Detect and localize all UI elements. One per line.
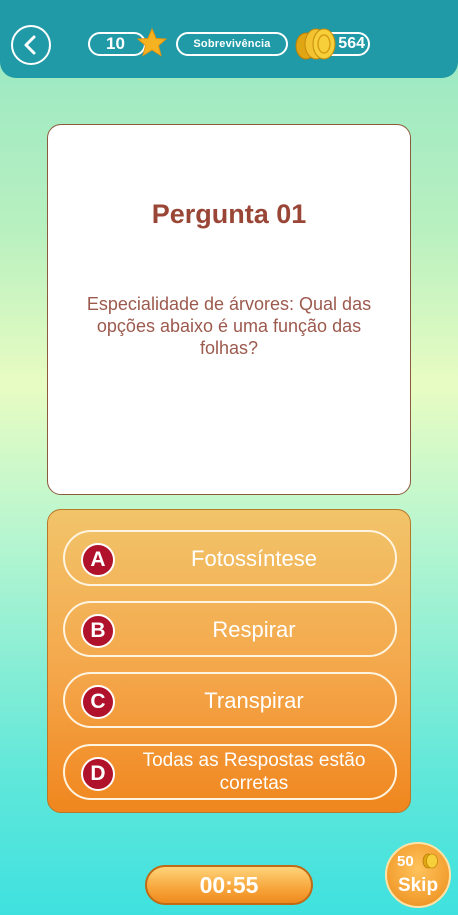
coin-stack-icon bbox=[295, 28, 336, 60]
top-bar: 10 Sobrevivência 564 bbox=[0, 0, 458, 78]
question-text: Especialidade de árvores: Qual das opçõe… bbox=[86, 294, 372, 358]
game-mode-label: Sobrevivência bbox=[193, 38, 271, 50]
game-mode-badge: Sobrevivência bbox=[176, 32, 288, 56]
coin-icon bbox=[422, 853, 438, 869]
skip-button[interactable]: 50 Skip bbox=[385, 842, 451, 908]
answer-option-a[interactable]: A Fotossíntese bbox=[63, 530, 397, 586]
chevron-left-icon bbox=[24, 35, 36, 55]
answer-letter-b: B bbox=[81, 614, 115, 648]
answer-text-d: Todas as Respostas estão corretas bbox=[142, 750, 366, 794]
answers-panel: A Fotossíntese B Respirar C Transpirar D… bbox=[47, 509, 411, 813]
coins-value: 564 bbox=[338, 35, 365, 52]
answer-option-d[interactable]: D Todas as Respostas estão corretas bbox=[63, 744, 397, 800]
skip-cost: 50 bbox=[397, 853, 414, 870]
answer-letter-c: C bbox=[81, 685, 115, 719]
answer-letter-d: D bbox=[81, 757, 115, 791]
timer-value: 00:55 bbox=[199, 871, 259, 898]
back-button[interactable] bbox=[11, 25, 51, 65]
answer-text-a: Fotossíntese bbox=[191, 545, 317, 571]
stars-value: 10 bbox=[106, 34, 125, 53]
answer-option-c[interactable]: C Transpirar bbox=[63, 672, 397, 728]
question-title: Pergunta 01 bbox=[151, 199, 307, 229]
countdown-timer: 00:55 bbox=[145, 865, 313, 905]
question-card: Pergunta 01 Especialidade de árvores: Qu… bbox=[47, 124, 411, 495]
answer-text-b: Respirar bbox=[212, 616, 296, 642]
answer-option-b[interactable]: B Respirar bbox=[63, 601, 397, 657]
answer-text-c: Transpirar bbox=[204, 687, 304, 713]
star-icon bbox=[136, 27, 168, 57]
skip-label: Skip bbox=[397, 875, 439, 896]
answer-letter-a: A bbox=[81, 543, 115, 577]
